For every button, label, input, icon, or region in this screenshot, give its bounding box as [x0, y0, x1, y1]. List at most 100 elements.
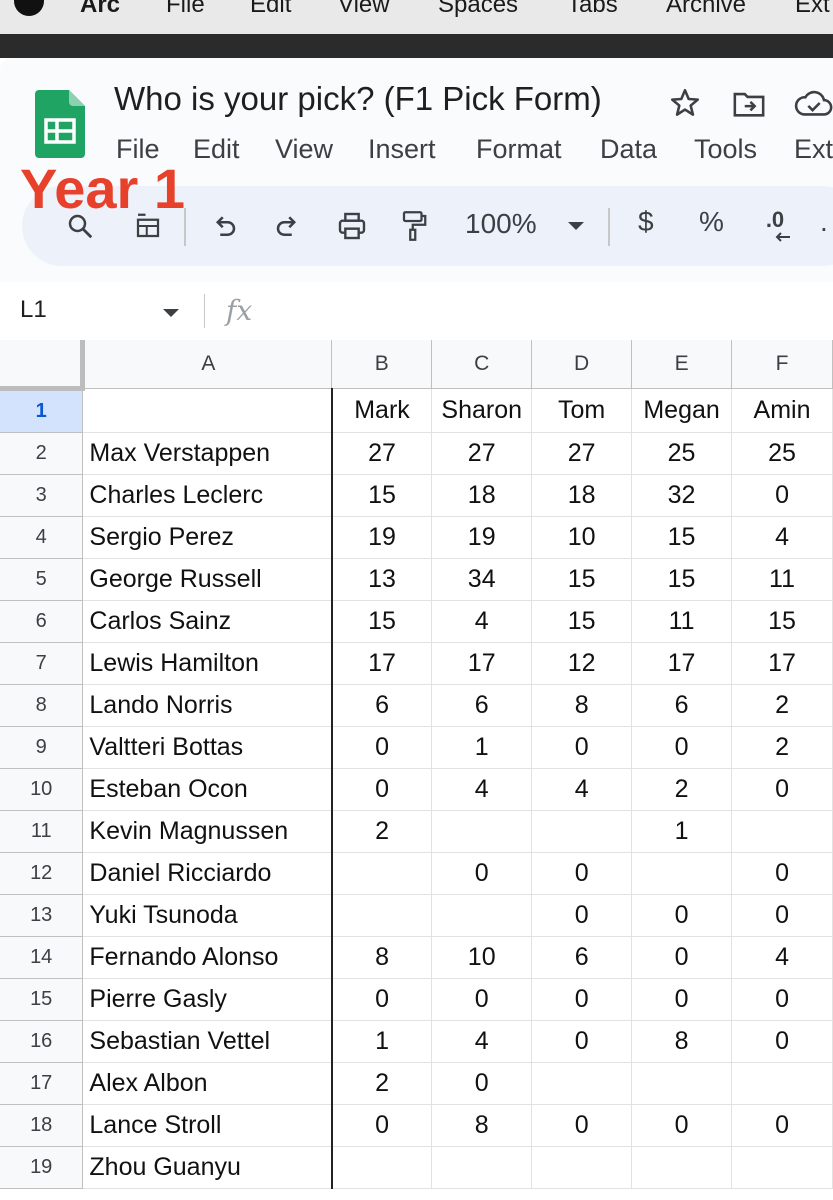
column-title-mark[interactable]: Mark [331, 388, 433, 433]
score-cell[interactable]: 6 [331, 684, 433, 727]
score-cell[interactable] [431, 894, 533, 937]
score-cell[interactable]: 0 [431, 852, 533, 895]
score-cell[interactable]: 0 [731, 978, 833, 1021]
score-cell[interactable]: 15 [631, 516, 733, 559]
menu-format[interactable]: Format [476, 134, 562, 165]
score-cell[interactable]: 19 [431, 516, 533, 559]
score-cell[interactable] [731, 1146, 833, 1189]
score-cell[interactable] [331, 1146, 433, 1189]
menubar-item-archive[interactable]: Archive [666, 0, 746, 19]
score-cell[interactable]: 0 [731, 1104, 833, 1147]
score-cell[interactable] [731, 810, 833, 853]
driver-name-cell[interactable]: Lando Norris [82, 684, 333, 727]
print-button[interactable] [332, 186, 372, 266]
score-cell[interactable] [331, 852, 433, 895]
score-cell[interactable]: 0 [531, 894, 633, 937]
increase-decimal-button[interactable]: . [820, 206, 828, 238]
score-cell[interactable]: 0 [731, 474, 833, 517]
table-cell[interactable] [82, 388, 333, 433]
score-cell[interactable]: 15 [531, 558, 633, 601]
score-cell[interactable]: 0 [531, 726, 633, 769]
column-header-b[interactable]: B [331, 340, 433, 389]
driver-name-cell[interactable]: Sergio Perez [82, 516, 333, 559]
score-cell[interactable]: 1 [631, 810, 733, 853]
score-cell[interactable]: 10 [531, 516, 633, 559]
score-cell[interactable] [531, 810, 633, 853]
driver-name-cell[interactable]: Kevin Magnussen [82, 810, 333, 853]
row-header[interactable]: 3 [0, 474, 84, 517]
score-cell[interactable] [631, 852, 733, 895]
row-header[interactable]: 8 [0, 684, 84, 727]
score-cell[interactable]: 4 [431, 1020, 533, 1063]
score-cell[interactable]: 0 [631, 978, 733, 1021]
score-cell[interactable]: 27 [331, 432, 433, 475]
score-cell[interactable] [331, 894, 433, 937]
driver-name-cell[interactable]: Yuki Tsunoda [82, 894, 333, 937]
score-cell[interactable]: 8 [531, 684, 633, 727]
score-cell[interactable]: 18 [531, 474, 633, 517]
driver-name-cell[interactable]: Max Verstappen [82, 432, 333, 475]
score-cell[interactable] [531, 1062, 633, 1105]
row-header[interactable]: 4 [0, 516, 84, 559]
column-title-amin[interactable]: Amin [731, 388, 833, 433]
currency-format-button[interactable]: $ [638, 206, 654, 238]
score-cell[interactable]: 6 [431, 684, 533, 727]
cloud-saved-icon[interactable] [794, 88, 833, 118]
score-cell[interactable]: 15 [331, 474, 433, 517]
score-cell[interactable]: 32 [631, 474, 733, 517]
score-cell[interactable]: 15 [331, 600, 433, 643]
score-cell[interactable] [431, 810, 533, 853]
column-title-megan[interactable]: Megan [631, 388, 733, 433]
driver-name-cell[interactable]: Fernando Alonso [82, 936, 333, 979]
score-cell[interactable]: 8 [331, 936, 433, 979]
score-cell[interactable]: 0 [531, 1104, 633, 1147]
row-header[interactable]: 7 [0, 642, 84, 685]
driver-name-cell[interactable]: Lewis Hamilton [82, 642, 333, 685]
score-cell[interactable]: 13 [331, 558, 433, 601]
score-cell[interactable]: 0 [331, 768, 433, 811]
redo-button[interactable] [268, 186, 308, 266]
menubar-item-spaces[interactable]: Spaces [438, 0, 518, 19]
score-cell[interactable]: 0 [631, 726, 733, 769]
score-cell[interactable]: 0 [631, 1104, 733, 1147]
driver-name-cell[interactable]: George Russell [82, 558, 333, 601]
score-cell[interactable]: 17 [331, 642, 433, 685]
driver-name-cell[interactable]: Carlos Sainz [82, 600, 333, 643]
driver-name-cell[interactable]: Pierre Gasly [82, 978, 333, 1021]
score-cell[interactable]: 0 [331, 726, 433, 769]
chevron-down-icon[interactable] [163, 309, 179, 317]
score-cell[interactable]: 4 [731, 936, 833, 979]
score-cell[interactable]: 0 [431, 1062, 533, 1105]
score-cell[interactable]: 2 [631, 768, 733, 811]
driver-name-cell[interactable]: Lance Stroll [82, 1104, 333, 1147]
row-header[interactable]: 10 [0, 768, 84, 811]
column-header-c[interactable]: C [431, 340, 533, 389]
zoom-select[interactable]: 100% [465, 208, 537, 240]
score-cell[interactable]: 27 [531, 432, 633, 475]
score-cell[interactable]: 0 [331, 978, 433, 1021]
row-header[interactable]: 2 [0, 432, 84, 475]
score-cell[interactable] [531, 1146, 633, 1189]
chevron-down-icon[interactable] [568, 222, 584, 230]
score-cell[interactable]: 2 [331, 810, 433, 853]
score-cell[interactable]: 0 [531, 978, 633, 1021]
column-header-e[interactable]: E [631, 340, 733, 389]
move-to-folder-icon[interactable] [732, 88, 766, 120]
score-cell[interactable]: 11 [731, 558, 833, 601]
row-header[interactable]: 17 [0, 1062, 84, 1105]
score-cell[interactable] [631, 1146, 733, 1189]
column-header-d[interactable]: D [531, 340, 633, 389]
score-cell[interactable]: 17 [731, 642, 833, 685]
score-cell[interactable]: 2 [331, 1062, 433, 1105]
score-cell[interactable]: 15 [631, 558, 733, 601]
column-title-sharon[interactable]: Sharon [431, 388, 533, 433]
score-cell[interactable]: 0 [731, 768, 833, 811]
menubar-item-ext[interactable]: Ext [795, 0, 830, 19]
row-header[interactable]: 12 [0, 852, 84, 895]
driver-name-cell[interactable]: Valtteri Bottas [82, 726, 333, 769]
row-header[interactable]: 11 [0, 810, 84, 853]
score-cell[interactable]: 8 [431, 1104, 533, 1147]
undo-button[interactable] [204, 186, 244, 266]
spreadsheet-grid[interactable]: A B C D E F 1 Mark Sharon Tom Megan Amin [0, 340, 833, 1200]
apple-logo-icon[interactable] [14, 0, 44, 16]
